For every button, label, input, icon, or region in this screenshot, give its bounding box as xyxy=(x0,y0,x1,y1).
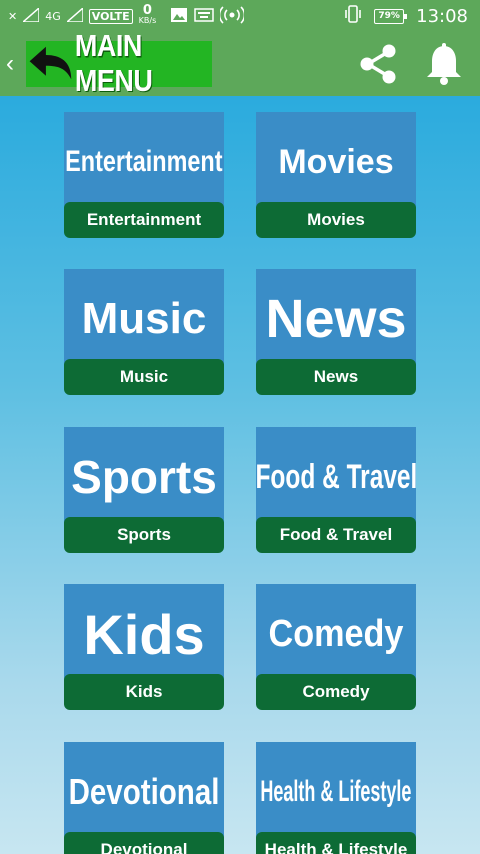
net-speed: 0 xyxy=(142,3,152,18)
signal-icon xyxy=(21,5,40,25)
category-tile-health-lifestyle[interactable]: Health & Lifestyle Health & Lifestyle xyxy=(256,742,416,854)
category-image-text: Comedy xyxy=(268,612,404,655)
category-label: Health & Lifestyle xyxy=(256,832,416,854)
category-image-text: Entertainment xyxy=(65,145,223,178)
vibrate-icon xyxy=(344,4,362,28)
category-tile-entertainment[interactable]: Entertainment Entertainment xyxy=(64,112,224,238)
category-image: Entertainment xyxy=(64,112,224,212)
category-label: Entertainment xyxy=(64,202,224,238)
category-tile-kids[interactable]: Kids Kids xyxy=(64,584,224,710)
category-label: News xyxy=(256,359,416,395)
category-label: Movies xyxy=(256,202,416,238)
category-label: Food & Travel xyxy=(256,517,416,553)
back-arrow-icon xyxy=(29,46,72,80)
volte-badge: VOLTE xyxy=(88,8,133,24)
category-image-text: Movies xyxy=(278,142,394,181)
category-image-text: Health & Lifestyle xyxy=(260,775,412,808)
category-label: Sports xyxy=(64,517,224,553)
category-image-text: Kids xyxy=(83,602,205,666)
category-image: Kids xyxy=(64,584,224,684)
category-label: Kids xyxy=(64,674,224,710)
category-image-text: Food & Travel xyxy=(256,457,416,496)
category-image: Devotional xyxy=(64,742,224,842)
category-tile-movies[interactable]: Movies Movies xyxy=(256,112,416,238)
category-tile-devotional[interactable]: Devotional Devotional xyxy=(64,742,224,854)
category-image: News xyxy=(256,269,416,369)
category-image-text: News xyxy=(265,289,407,349)
category-image-text: Music xyxy=(81,294,207,343)
category-label: Devotional xyxy=(64,832,224,854)
category-image-text: Sports xyxy=(71,451,217,503)
close-notification-icon: ✕ xyxy=(8,9,18,23)
network-type: 4G xyxy=(45,9,61,23)
net-speed-unit: KB/s xyxy=(138,16,157,25)
category-image: Health & Lifestyle xyxy=(256,742,416,842)
app-header: ‹ MAIN MENU xyxy=(0,29,480,98)
category-image: Sports xyxy=(64,427,224,527)
share-icon[interactable] xyxy=(356,42,400,86)
category-tile-news[interactable]: News News xyxy=(256,269,416,395)
chevron-left-icon[interactable]: ‹ xyxy=(6,50,22,78)
category-tile-food-travel[interactable]: Food & Travel Food & Travel xyxy=(256,427,416,553)
category-image: Comedy xyxy=(256,584,416,684)
keyboard-icon xyxy=(194,7,214,25)
category-tile-comedy[interactable]: Comedy Comedy xyxy=(256,584,416,710)
category-label: Music xyxy=(64,359,224,395)
main-menu-logo[interactable]: MAIN MENU xyxy=(26,29,212,98)
page-title: MAIN MENU xyxy=(74,29,153,98)
category-label: Comedy xyxy=(256,674,416,710)
status-bar: ✕ 4G VOLTE 0 KB/s 79% 13:08 xyxy=(0,0,480,32)
signal-icon-2 xyxy=(64,5,84,25)
category-image-text: Devotional xyxy=(68,771,220,812)
category-image: Food & Travel xyxy=(256,427,416,527)
category-image: Music xyxy=(64,269,224,369)
clock: 13:08 xyxy=(416,5,468,27)
hotspot-icon xyxy=(219,5,246,27)
bell-icon[interactable] xyxy=(422,42,466,86)
gallery-icon xyxy=(170,7,188,26)
category-tile-sports[interactable]: Sports Sports xyxy=(64,427,224,553)
category-tile-music[interactable]: Music Music xyxy=(64,269,224,395)
category-image: Movies xyxy=(256,112,416,212)
battery-indicator: 79% xyxy=(374,8,408,24)
